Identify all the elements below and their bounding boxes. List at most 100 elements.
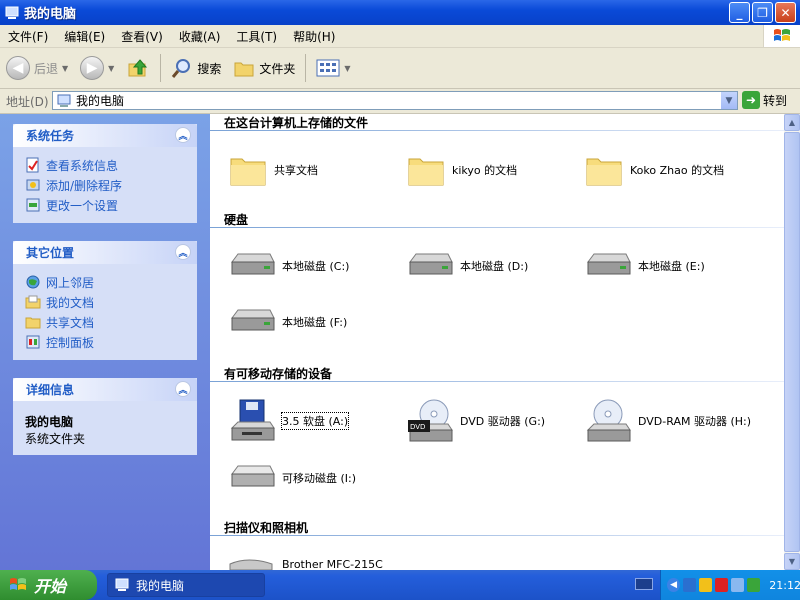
menu-favorites[interactable]: 收藏(A)	[171, 28, 229, 45]
panel-title: 其它位置	[26, 246, 75, 260]
change-setting-link[interactable]: 更改一个设置	[25, 195, 185, 215]
cd-drive-icon	[586, 399, 631, 442]
link-label: 控制面板	[46, 335, 95, 350]
collapse-icon[interactable]: ︽	[175, 381, 191, 397]
go-button[interactable]: ➜ 转到	[742, 91, 787, 109]
folder-icon	[586, 158, 622, 186]
windows-logo-icon	[763, 25, 800, 47]
go-arrow-icon: ➜	[742, 91, 760, 109]
up-button[interactable]	[120, 52, 156, 84]
item-label: Koko Zhao 的文档	[630, 164, 725, 177]
search-button[interactable]: 搜索	[165, 52, 227, 84]
back-button[interactable]: ◀ 后退 ▼	[0, 52, 74, 84]
dvd-drive-icon: DVD	[408, 399, 453, 442]
menu-view[interactable]: 查看(V)	[113, 28, 171, 45]
lan-icon[interactable]	[731, 578, 745, 592]
address-value: 我的电脑	[76, 94, 125, 108]
security-alert-icon[interactable]	[699, 578, 713, 592]
forward-button[interactable]: ▶ ▼	[74, 52, 120, 84]
details-header[interactable]: 详细信息 ︽	[13, 378, 197, 401]
my-computer-icon	[115, 578, 129, 591]
control-panel-link[interactable]: 控制面板	[25, 332, 185, 352]
scroll-down-button[interactable]: ▼	[784, 553, 800, 570]
folders-button[interactable]: 文件夹	[227, 52, 301, 84]
system-tray: ◀ 21:12	[660, 570, 800, 600]
removable-disk-i-item[interactable]: 可移动磁盘 (I:)	[228, 460, 356, 496]
item-label: DVD 驱动器 (G:)	[460, 415, 546, 428]
folders-icon	[234, 62, 254, 77]
show-hidden-icons-button[interactable]: ◀	[667, 578, 681, 592]
add-remove-programs-icon	[26, 179, 40, 191]
kikyo-documents-item[interactable]: kikyo 的文档	[406, 150, 517, 190]
minimize-icon: _	[736, 5, 743, 20]
link-label: 更改一个设置	[46, 198, 119, 213]
taskbar-window-button[interactable]: 我的电脑	[107, 573, 265, 597]
drive-c-item[interactable]: 本地磁盘 (C:)	[228, 248, 349, 284]
scanner-item[interactable]: Brother MFC-215C	[228, 554, 383, 570]
drive-d-item[interactable]: 本地磁盘 (D:)	[406, 248, 528, 284]
menu-help[interactable]: 帮助(H)	[285, 28, 343, 45]
system-info-icon	[26, 157, 39, 173]
go-label: 转到	[763, 93, 788, 108]
other-places-header[interactable]: 其它位置 ︽	[13, 241, 197, 264]
folder-icon	[230, 158, 266, 186]
shared-documents-link[interactable]: 共享文档	[25, 312, 185, 332]
close-icon: ✕	[780, 5, 791, 20]
back-dropdown-icon[interactable]: ▼	[62, 64, 68, 73]
add-remove-programs-link[interactable]: 添加/删除程序	[25, 175, 185, 195]
umbrella-icon[interactable]	[747, 578, 761, 592]
my-documents-icon	[25, 295, 41, 309]
back-arrow-icon: ◀	[6, 56, 30, 80]
chevron-down-icon: ▼	[788, 557, 796, 566]
shared-documents-item[interactable]: 共享文档	[228, 150, 318, 190]
address-label: 地址(D)	[6, 94, 49, 109]
drive-f-item[interactable]: 本地磁盘 (F:)	[228, 304, 347, 340]
start-label: 开始	[34, 577, 67, 596]
restore-button[interactable]: ❐	[752, 2, 773, 23]
shield-icon[interactable]	[715, 578, 729, 592]
start-button[interactable]: 开始	[0, 570, 97, 600]
keyboard-icon[interactable]	[635, 578, 653, 590]
clock[interactable]: 21:12	[769, 579, 800, 592]
koko-zhao-documents-item[interactable]: Koko Zhao 的文档	[584, 150, 724, 190]
address-dropdown-button[interactable]: ▼	[721, 92, 737, 109]
section-divider	[210, 381, 784, 382]
section-title: 硬盘	[224, 213, 249, 227]
forward-arrow-icon: ▶	[80, 56, 105, 80]
system-tasks-header[interactable]: 系统任务 ︽	[13, 124, 197, 147]
dvd-ram-h-item[interactable]: DVD-RAM 驱动器 (H:)	[584, 398, 751, 444]
scroll-up-button[interactable]: ▲	[784, 114, 800, 131]
forward-dropdown-icon[interactable]: ▼	[108, 64, 114, 73]
floppy-a-item[interactable]: 3.5 软盘 (A:)	[228, 398, 350, 444]
collapse-icon[interactable]: ︽	[175, 244, 191, 260]
toolbar: ◀ 后退 ▼ ▶ ▼ 搜索 文件夹 ▼	[0, 48, 800, 89]
my-documents-link[interactable]: 我的文档	[25, 292, 185, 312]
address-input[interactable]: 我的电脑 ▼	[52, 91, 738, 110]
view-system-info-link[interactable]: 查看系统信息	[25, 155, 185, 175]
toolbar-separator	[305, 54, 307, 82]
link-label: 网上邻居	[46, 275, 95, 290]
restore-icon: ❐	[757, 5, 768, 20]
address-bar: 地址(D) 我的电脑 ▼ ➜ 转到	[0, 89, 800, 114]
menu-tools[interactable]: 工具(T)	[228, 28, 285, 45]
minimize-button[interactable]: _	[729, 2, 750, 23]
drive-e-item[interactable]: 本地磁盘 (E:)	[584, 248, 705, 284]
scroll-thumb[interactable]	[784, 132, 800, 552]
folders-label: 文件夹	[259, 61, 296, 76]
menu-file[interactable]: 文件(F)	[0, 28, 56, 45]
dvd-g-item[interactable]: DVD DVD 驱动器 (G:)	[406, 398, 545, 444]
network-places-link[interactable]: 网上邻居	[25, 272, 185, 292]
network-icon[interactable]	[683, 578, 697, 592]
views-button[interactable]: ▼	[310, 52, 356, 84]
collapse-icon[interactable]: ︽	[175, 127, 191, 143]
menu-edit[interactable]: 编辑(E)	[56, 28, 113, 45]
my-computer-icon	[5, 6, 19, 19]
back-label: 后退	[34, 61, 59, 76]
network-places-icon	[26, 275, 40, 289]
control-panel-icon	[26, 198, 40, 212]
close-button[interactable]: ✕	[775, 2, 796, 23]
scanner-icon	[229, 559, 273, 570]
search-icon	[172, 59, 191, 78]
vertical-scrollbar[interactable]: ▲ ▼	[784, 114, 800, 570]
window-title: 我的电脑	[24, 7, 77, 22]
